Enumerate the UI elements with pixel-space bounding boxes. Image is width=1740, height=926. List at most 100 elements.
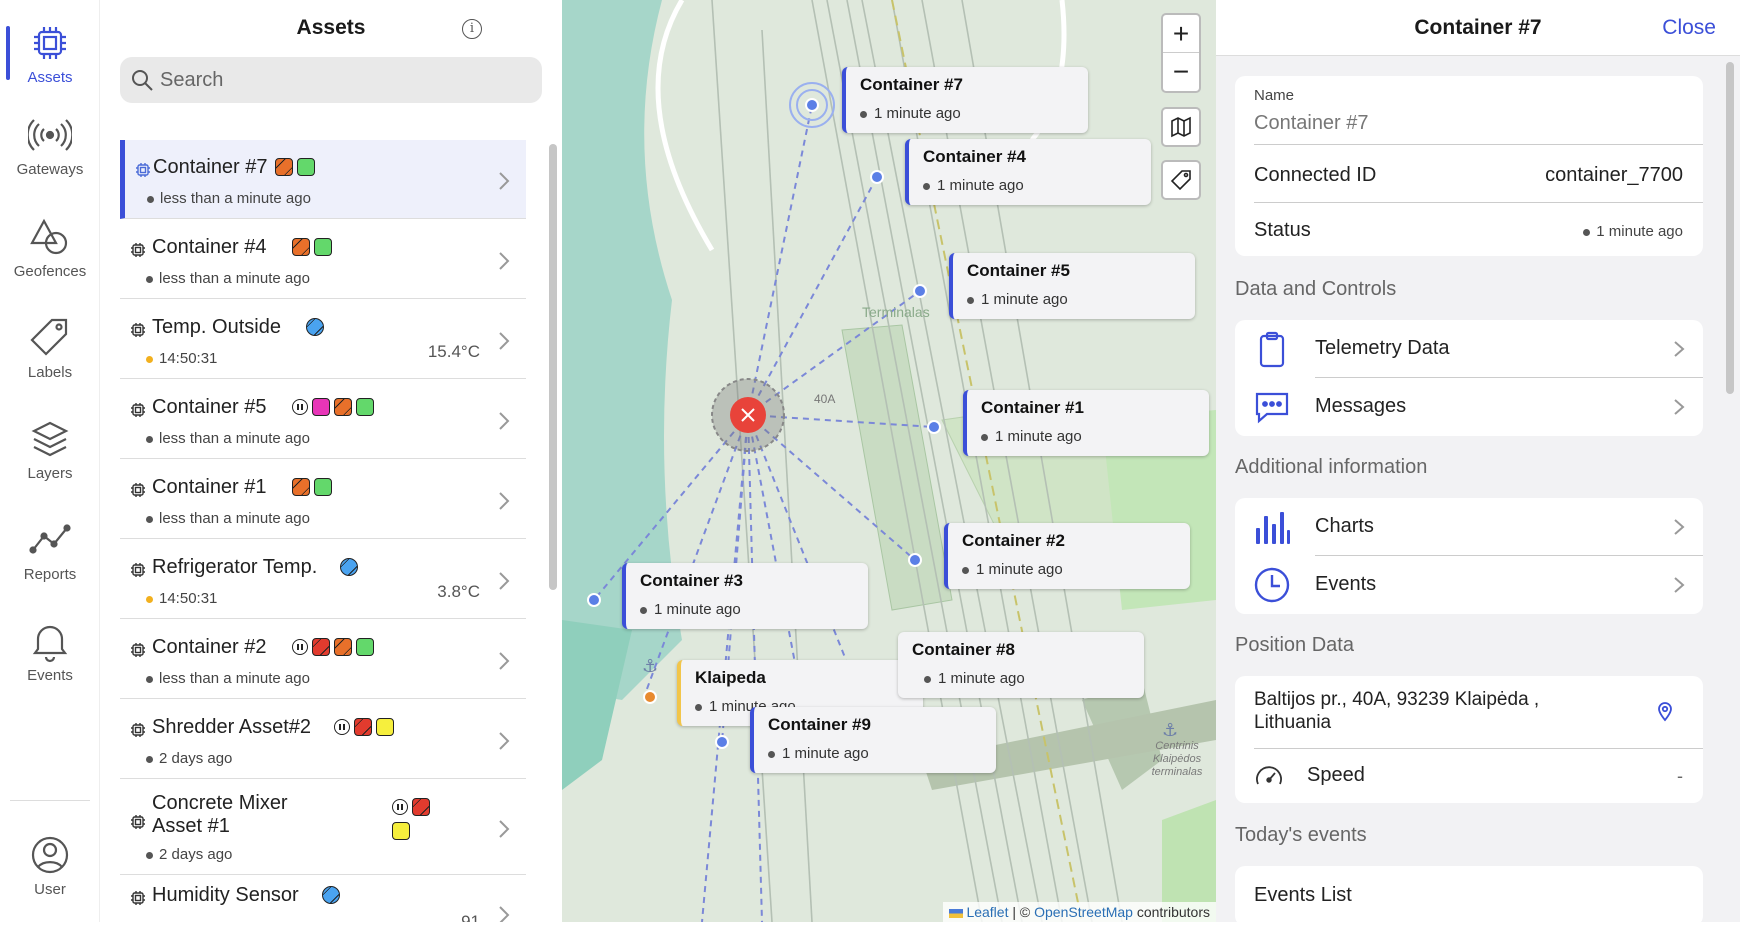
chevron-right-icon bbox=[499, 332, 510, 350]
chevron-right-icon bbox=[499, 172, 510, 190]
address-text: Baltijos pr., 40A, 93239 Klaipėda , Lith… bbox=[1254, 689, 1540, 733]
search-box bbox=[120, 57, 542, 103]
marker-container-3[interactable]: Container #3 1 minute ago bbox=[622, 563, 868, 629]
label-badge bbox=[292, 478, 310, 496]
map-label-terminal: Terminalas bbox=[862, 304, 930, 320]
tag-icon bbox=[1170, 170, 1191, 191]
marker-container-5[interactable]: Container #5 1 minute ago bbox=[949, 253, 1195, 319]
label-badge bbox=[356, 398, 374, 416]
chevron-right-icon bbox=[499, 906, 510, 922]
nav-reports[interactable]: Reports bbox=[0, 505, 100, 595]
asset-time: 14:50:31 bbox=[146, 590, 217, 607]
list-scrollbar[interactable] bbox=[549, 144, 557, 590]
asset-badges bbox=[275, 158, 315, 176]
map-style-button[interactable] bbox=[1161, 107, 1201, 147]
chip-icon bbox=[131, 403, 145, 417]
asset-time: 14:50:31 bbox=[146, 350, 217, 367]
detail-header: Container #7 Close bbox=[1216, 0, 1740, 56]
nav-label: Events bbox=[27, 666, 73, 684]
toggle-labels-button[interactable] bbox=[1161, 160, 1201, 200]
label-badge bbox=[412, 798, 430, 816]
close-button[interactable]: Close bbox=[1662, 16, 1716, 40]
info-icon[interactable]: i bbox=[462, 19, 482, 39]
nav-user[interactable]: User bbox=[0, 820, 100, 910]
events-item[interactable]: Events bbox=[1235, 556, 1703, 614]
marker-container-7[interactable]: Container #7 1 minute ago bbox=[842, 67, 1088, 133]
asset-row[interactable]: Container #1 less than a minute ago bbox=[120, 460, 526, 539]
marker-time: 1 minute ago bbox=[768, 745, 869, 762]
main-nav: Assets Gateways Geofences Labels Layers … bbox=[0, 0, 100, 922]
chip-icon bbox=[131, 483, 145, 497]
location-pin-icon[interactable] bbox=[1657, 700, 1673, 722]
marker-title: Container #5 bbox=[967, 261, 1070, 280]
nav-geofences[interactable]: Geofences bbox=[0, 202, 100, 292]
leaflet-link[interactable]: Leaflet bbox=[966, 904, 1008, 920]
marker-time: 1 minute ago bbox=[640, 601, 741, 618]
zoom-out-button[interactable]: − bbox=[1163, 53, 1199, 91]
section-position: Position Data bbox=[1235, 634, 1354, 656]
shapes-icon bbox=[30, 218, 68, 254]
label-badge bbox=[297, 158, 315, 176]
divider bbox=[1254, 748, 1703, 749]
label-badge bbox=[292, 238, 310, 256]
attribution-tail: contributors bbox=[1132, 904, 1210, 920]
events-list-card[interactable]: Events List bbox=[1235, 866, 1703, 926]
asset-row[interactable]: Container #5 less than a minute ago bbox=[120, 380, 526, 459]
asset-row[interactable]: Container #4 less than a minute ago bbox=[120, 220, 526, 299]
marker-title: Container #9 bbox=[768, 715, 871, 734]
detail-scrollbar[interactable] bbox=[1726, 62, 1734, 394]
label-badge bbox=[340, 558, 358, 576]
nav-assets[interactable]: Assets bbox=[0, 8, 100, 98]
marker-container-2[interactable]: Container #2 1 minute ago bbox=[944, 523, 1190, 589]
nav-layers[interactable]: Layers bbox=[0, 404, 100, 494]
chart-line-icon bbox=[29, 523, 71, 554]
asset-row[interactable]: Shredder Asset#2 2 days ago bbox=[120, 700, 526, 779]
map-label-centrinis: Centrinis Klaipėdos terminalas bbox=[1151, 740, 1203, 778]
chip-icon bbox=[136, 163, 150, 177]
label-badge bbox=[334, 638, 352, 656]
zoom-in-button[interactable]: + bbox=[1163, 15, 1199, 53]
nav-gateways[interactable]: Gateways bbox=[0, 100, 100, 190]
asset-time-text: 14:50:31 bbox=[159, 590, 218, 607]
asset-name: Concrete Mixer Asset #1 bbox=[152, 792, 288, 837]
speedometer-icon bbox=[1256, 766, 1282, 785]
marker-title: Container #1 bbox=[981, 398, 1084, 417]
map-attribution: Leaflet | © OpenStreetMap contributors bbox=[943, 902, 1216, 922]
map-view[interactable]: ⚓ ⚓ Terminalas 40A Centrinis Klaipėdos t… bbox=[562, 0, 1216, 922]
marker-container-8[interactable]: Container #8 1 minute ago bbox=[898, 632, 1144, 698]
marker-container-1[interactable]: Container #1 1 minute ago bbox=[963, 390, 1209, 456]
asset-time: 2 days ago bbox=[146, 750, 232, 767]
chip-icon bbox=[131, 891, 145, 905]
menu-label: Messages bbox=[1315, 395, 1407, 417]
speed-label: Speed bbox=[1307, 764, 1365, 786]
telemetry-data-item[interactable]: Telemetry Data bbox=[1235, 320, 1703, 378]
paused-badge bbox=[292, 399, 308, 415]
marker-container-9[interactable]: Container #9 1 minute ago bbox=[750, 707, 996, 773]
osm-link[interactable]: OpenStreetMap bbox=[1034, 904, 1133, 920]
asset-time-text: less than a minute ago bbox=[159, 510, 310, 527]
nav-labels[interactable]: Labels bbox=[0, 303, 100, 393]
messages-item[interactable]: Messages bbox=[1235, 378, 1703, 436]
chip-icon bbox=[34, 26, 66, 59]
additional-card: Charts Events bbox=[1235, 498, 1703, 614]
nav-events[interactable]: Events bbox=[0, 606, 100, 696]
asset-row[interactable]: Container #7 less than a minute ago bbox=[120, 140, 526, 219]
asset-row[interactable]: Humidity Sensor 91 bbox=[120, 876, 526, 922]
divider bbox=[1254, 202, 1703, 203]
chevron-right-icon bbox=[499, 652, 510, 670]
map-label-building: 40A bbox=[814, 392, 836, 406]
asset-value: 3.8°C bbox=[437, 582, 480, 601]
asset-badges bbox=[322, 886, 340, 904]
marker-container-4[interactable]: Container #4 1 minute ago bbox=[905, 139, 1151, 205]
name-input[interactable]: Container #7 bbox=[1254, 112, 1369, 135]
asset-name: Container #5 bbox=[152, 396, 267, 418]
chip-icon bbox=[131, 323, 145, 337]
asset-row[interactable]: Container #2 less than a minute ago bbox=[120, 620, 526, 699]
menu-label: Events bbox=[1315, 573, 1377, 595]
asset-row[interactable]: Temp. Outside 15.4°C 14:50:31 bbox=[120, 300, 526, 379]
asset-row[interactable]: Concrete Mixer Asset #1 2 days ago bbox=[120, 780, 526, 875]
search-input[interactable] bbox=[158, 65, 528, 95]
charts-item[interactable]: Charts bbox=[1235, 498, 1703, 556]
asset-value: 15.4°C bbox=[427, 342, 480, 361]
asset-row[interactable]: Refrigerator Temp. 3.8°C 14:50:31 bbox=[120, 540, 526, 619]
